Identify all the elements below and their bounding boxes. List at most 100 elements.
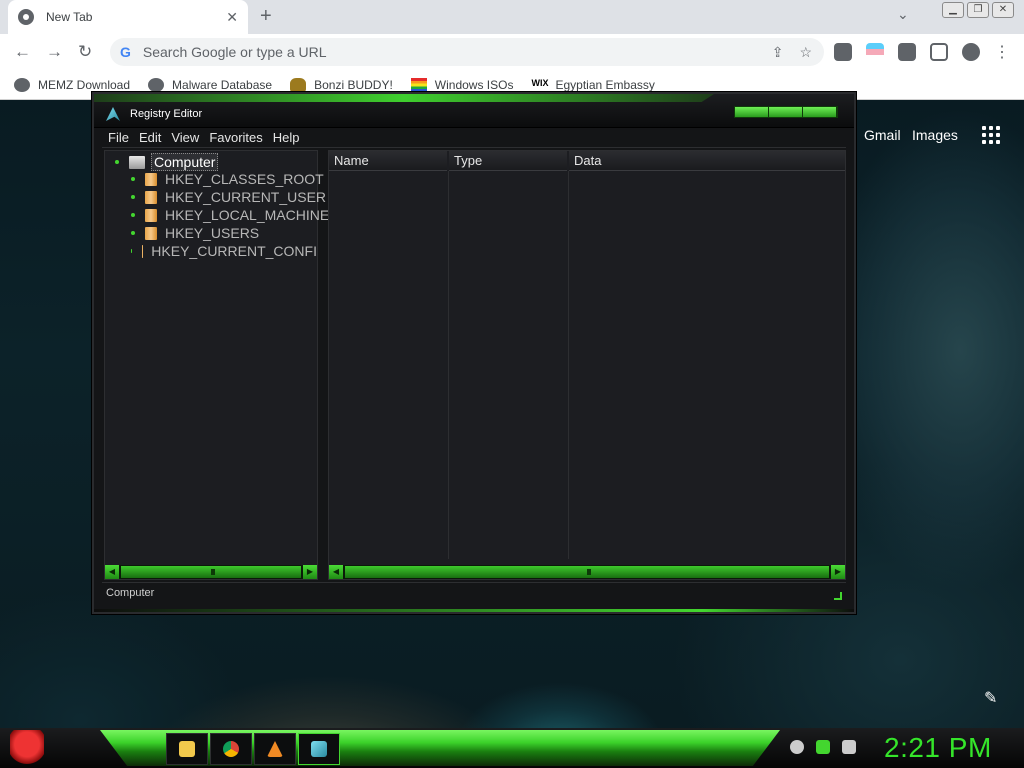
chevron-down-icon[interactable]: ⌄ [897,6,909,23]
folder-icon [145,208,157,222]
window-buttons [734,106,838,118]
taskbar [0,728,1024,768]
expand-dot-icon[interactable] [131,213,135,217]
omnibox[interactable]: G Search Google or type a URL ⇪ ☆ [110,38,824,66]
browser-toolbar: ← → ↻ G Search Google or type a URL ⇪ ☆ … [0,34,1024,70]
images-link[interactable]: Images [912,127,958,143]
taskbar-explorer-button[interactable] [166,733,208,765]
scroll-thumb[interactable] [211,569,215,575]
folder-icon [145,190,157,204]
menu-help[interactable]: Help [273,130,300,145]
minimize-button[interactable] [735,107,769,117]
column-divider [568,171,569,559]
back-icon[interactable]: ← [14,42,31,62]
regedit-icon [106,107,120,121]
column-header-name[interactable]: Name [329,151,447,171]
bookmark-item[interactable]: MEMZ Download [14,77,130,92]
computer-icon [129,155,145,169]
folder-icon [145,172,157,186]
taskbar-chrome-button[interactable] [210,733,252,765]
status-path: Computer [106,587,155,599]
forward-icon[interactable]: → [46,42,63,62]
folder-icon [145,226,157,240]
chrome-icon [223,741,239,757]
reload-icon[interactable]: ↻ [78,42,92,62]
google-apps-icon[interactable] [982,126,1000,144]
window-titlebar[interactable]: Registry Editor [94,94,854,128]
taskbar-vlc-button[interactable] [254,733,296,765]
maximize-button[interactable] [769,107,803,117]
side-panel-icon[interactable] [930,43,948,61]
status-bar: Computer [102,582,846,604]
tree-item-hkey[interactable]: HKEY_USERS [131,225,259,241]
tray-chevron-icon[interactable] [790,740,804,754]
column-header-data[interactable]: Data [569,151,845,171]
bookmark-star-icon[interactable]: ☆ [799,44,812,61]
close-tab-icon[interactable]: ✕ [226,9,238,26]
taskbar-clock[interactable]: 2:21 PM [884,732,992,764]
network-icon[interactable] [816,740,830,754]
explorer-icon [179,741,195,757]
registry-editor-window: Registry Editor File Edit View Favorites… [92,92,856,614]
menu-bar: File Edit View Favorites Help [102,128,846,148]
expand-dot-icon[interactable] [131,231,135,235]
system-tray [790,740,856,754]
menu-favorites[interactable]: Favorites [209,130,262,145]
bookmark-item[interactable]: Windows ISOs [410,77,513,92]
column-divider [448,171,449,559]
scroll-right-icon[interactable]: ▶ [303,565,317,579]
window-title: Registry Editor [130,108,203,120]
menu-file[interactable]: File [108,130,129,145]
scroll-right-icon[interactable]: ▶ [831,565,845,579]
tree-item-hkey[interactable]: HKEY_CLASSES_ROOT [131,171,324,187]
list-horizontal-scrollbar[interactable]: ◀ ▶ [329,565,845,579]
volume-icon[interactable] [842,740,856,754]
bookmark-item[interactable]: Malware Database [148,77,272,92]
tree-item-hkey[interactable]: HKEY_CURRENT_CONFI [131,243,317,259]
windows-flag-icon [410,77,427,92]
wix-icon: WIX [531,77,549,88]
browser-tab[interactable]: New Tab ✕ [8,0,248,34]
ublock-icon[interactable] [834,43,852,61]
customize-pencil-icon[interactable]: ✎ [984,688,997,708]
start-button[interactable] [10,730,44,766]
taskbar-regedit-button[interactable] [298,733,340,765]
scroll-left-icon[interactable]: ◀ [105,565,119,579]
column-header-type[interactable]: Type [449,151,567,171]
scroll-thumb[interactable] [587,569,591,575]
bookmark-item[interactable]: Bonzi BUDDY! [290,77,393,92]
resize-grip-icon[interactable] [834,592,842,600]
new-tab-button[interactable]: + [260,5,272,28]
menu-kebab-icon[interactable]: ⋮ [994,42,1010,62]
globe-icon [148,77,165,92]
extensions-puzzle-icon[interactable] [898,43,916,61]
tree-item-hkey[interactable]: HKEY_LOCAL_MACHINE [131,207,329,223]
bookmark-item[interactable]: WIX Egyptian Embassy [531,78,654,92]
close-button[interactable] [803,107,837,117]
tab-title: New Tab [46,10,93,24]
values-list-pane: Name Type Data ◀ ▶ [328,150,846,580]
google-g-icon: G [120,44,131,60]
tree-horizontal-scrollbar[interactable]: ◀ ▶ [105,565,317,579]
scroll-track[interactable] [121,566,301,578]
minimize-button[interactable]: ▁ [942,2,964,18]
bonzi-icon [290,77,307,92]
expand-dot-icon[interactable] [131,249,132,253]
tree-item-hkey[interactable]: HKEY_CURRENT_USER [131,189,326,205]
profile-avatar-icon[interactable] [962,43,980,61]
expand-dot-icon[interactable] [131,177,135,181]
tree-item-computer[interactable]: Computer [115,153,219,171]
close-window-button[interactable]: ✕ [992,2,1014,18]
scroll-track[interactable] [345,566,829,578]
restore-button[interactable]: ❐ [967,2,989,18]
expand-dot-icon[interactable] [115,160,119,164]
extension-flag-icon[interactable] [866,43,884,61]
scroll-left-icon[interactable]: ◀ [329,565,343,579]
expand-dot-icon[interactable] [131,195,135,199]
titlebar-glow [94,94,714,102]
menu-edit[interactable]: Edit [139,130,161,145]
gmail-link[interactable]: Gmail [864,127,901,143]
menu-view[interactable]: View [171,130,199,145]
omnibox-placeholder: Search Google or type a URL [142,44,327,60]
share-icon[interactable]: ⇪ [772,44,784,61]
